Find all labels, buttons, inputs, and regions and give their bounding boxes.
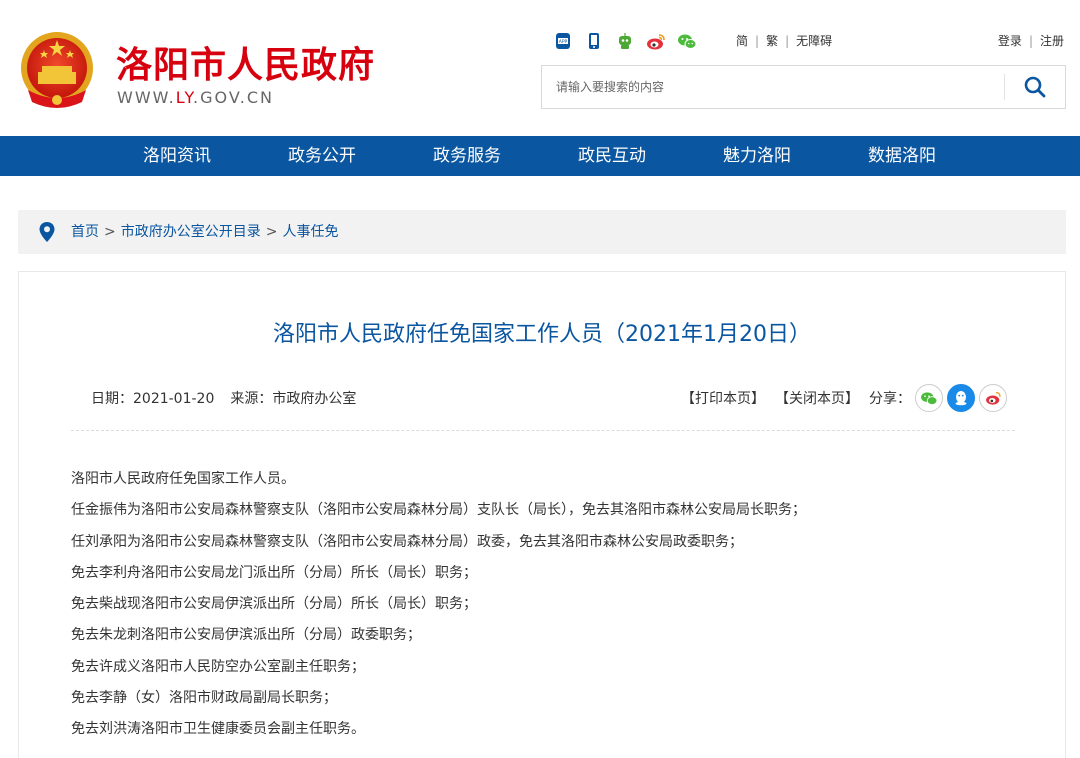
site-url-accent: LY (175, 88, 194, 107)
source-label: 来源： (230, 391, 273, 407)
search-button[interactable] (1005, 66, 1065, 108)
separator: | (1028, 33, 1033, 48)
breadcrumb-separator: > (265, 224, 278, 240)
separator: | (785, 33, 790, 48)
content-paragraph: 免去许成义洛阳市人民防空办公室副主任职务； (71, 658, 365, 675)
traditional-link[interactable]: 繁 (766, 32, 778, 49)
article-divider (71, 430, 1015, 431)
breadcrumb-separator: > (104, 224, 116, 240)
article-title: 洛阳市人民政府任免国家工作人员（2021年1月20日） (273, 322, 811, 347)
simplified-link[interactable]: 简 (736, 32, 748, 49)
nav-item-news[interactable]: 洛阳资讯 (143, 136, 211, 176)
national-emblem-icon (21, 32, 93, 108)
date-label: 日期： (91, 391, 133, 407)
svg-text:APP: APP (559, 39, 568, 45)
content-paragraph: 免去朱龙刺洛阳市公安局伊滨派出所（分局）政委职务； (71, 627, 421, 644)
weibo-icon[interactable] (645, 30, 667, 52)
quick-icons: APP (552, 30, 707, 52)
mobile-icon[interactable] (583, 30, 605, 52)
weibo-icon (985, 391, 1001, 405)
nav-item-data[interactable]: 数据洛阳 (868, 136, 936, 176)
search-box (541, 65, 1066, 109)
qq-icon (955, 391, 967, 406)
separator: | (755, 33, 760, 48)
site-url: WWW.LY.GOV.CN (117, 88, 274, 107)
site-header: 洛阳市人民政府 WWW.LY.GOV.CN APP 简 | 繁 | 无障碍 登录… (0, 0, 1080, 136)
share-label: 分享： (869, 391, 911, 407)
wechat-icon[interactable] (676, 30, 698, 52)
content-paragraph: 洛阳市人民政府任免国家工作人员。 (71, 471, 295, 487)
content-paragraph: 免去刘洪涛洛阳市卫生健康委员会副主任职务。 (71, 721, 365, 738)
wechat-icon (921, 391, 938, 405)
search-icon (1024, 76, 1046, 98)
content-paragraph: 任刘承阳为洛阳市公安局森林警察支队（洛阳市公安局森林分局）政委，免去其洛阳市森林… (71, 533, 743, 550)
nav-item-interaction[interactable]: 政民互动 (578, 136, 646, 176)
user-links: 登录 | 注册 (998, 32, 1064, 49)
article-source: 市政府办公室 (272, 391, 357, 407)
main-nav: 洛阳资讯 政务公开 政务服务 政民互动 魅力洛阳 数据洛阳 (0, 136, 1080, 176)
article-tools: 【打印本页】 【关闭本页】 分享： (681, 384, 1007, 412)
breadcrumb-catalog[interactable]: 市政府办公室公开目录 (121, 224, 261, 240)
share-qq-button[interactable] (947, 384, 975, 412)
search-input[interactable] (542, 66, 1004, 108)
nav-item-charm[interactable]: 魅力洛阳 (723, 136, 791, 176)
site-url-suffix: .GOV.CN (193, 88, 274, 107)
site-url-prefix: WWW. (117, 88, 176, 107)
location-pin-icon (39, 222, 55, 242)
article-date: 2021-01-20 (133, 391, 215, 407)
content-paragraph: 免去柴战现洛阳市公安局伊滨派出所（分局）所长（局长）职务； (71, 596, 477, 613)
breadcrumb: 首页 > 市政府办公室公开目录 > 人事任免 (18, 210, 1066, 254)
accessibility-link[interactable]: 无障碍 (796, 32, 832, 49)
nav-item-gov-affairs[interactable]: 政务公开 (288, 136, 356, 176)
print-page-link[interactable]: 【打印本页】 (681, 388, 765, 408)
language-links: 简 | 繁 | 无障碍 (736, 32, 832, 49)
breadcrumb-home[interactable]: 首页 (71, 224, 99, 240)
register-link[interactable]: 注册 (1040, 32, 1064, 49)
article-panel: 洛阳市人民政府任免国家工作人员（2021年1月20日） 日期：2021-01-2… (18, 271, 1066, 758)
login-link[interactable]: 登录 (998, 32, 1022, 49)
breadcrumb-current[interactable]: 人事任免 (282, 224, 338, 240)
article-content: 洛阳市人民政府任免国家工作人员。 任金振伟为洛阳市公安局森林警察支队（洛阳市公安… (71, 464, 1015, 746)
close-page-link[interactable]: 【关闭本页】 (775, 388, 859, 408)
content-paragraph: 免去李利舟洛阳市公安局龙门派出所（分局）所长（局长）职务； (71, 564, 477, 581)
app-icon[interactable]: APP (552, 30, 574, 52)
article-meta: 日期：2021-01-20 来源：市政府办公室 (91, 388, 356, 408)
share-weibo-button[interactable] (979, 384, 1007, 412)
breadcrumb-trail: 首页 > 市政府办公室公开目录 > 人事任免 (71, 210, 338, 254)
robot-icon[interactable] (614, 30, 636, 52)
site-title: 洛阳市人民政府 (116, 45, 376, 86)
nav-item-gov-services[interactable]: 政务服务 (433, 136, 501, 176)
content-paragraph: 任金振伟为洛阳市公安局森林警察支队（洛阳市公安局森林分局）支队长（局长），免去其… (71, 502, 806, 519)
share-wechat-button[interactable] (915, 384, 943, 412)
content-paragraph: 免去李静（女）洛阳市财政局副局长职务； (71, 690, 337, 707)
